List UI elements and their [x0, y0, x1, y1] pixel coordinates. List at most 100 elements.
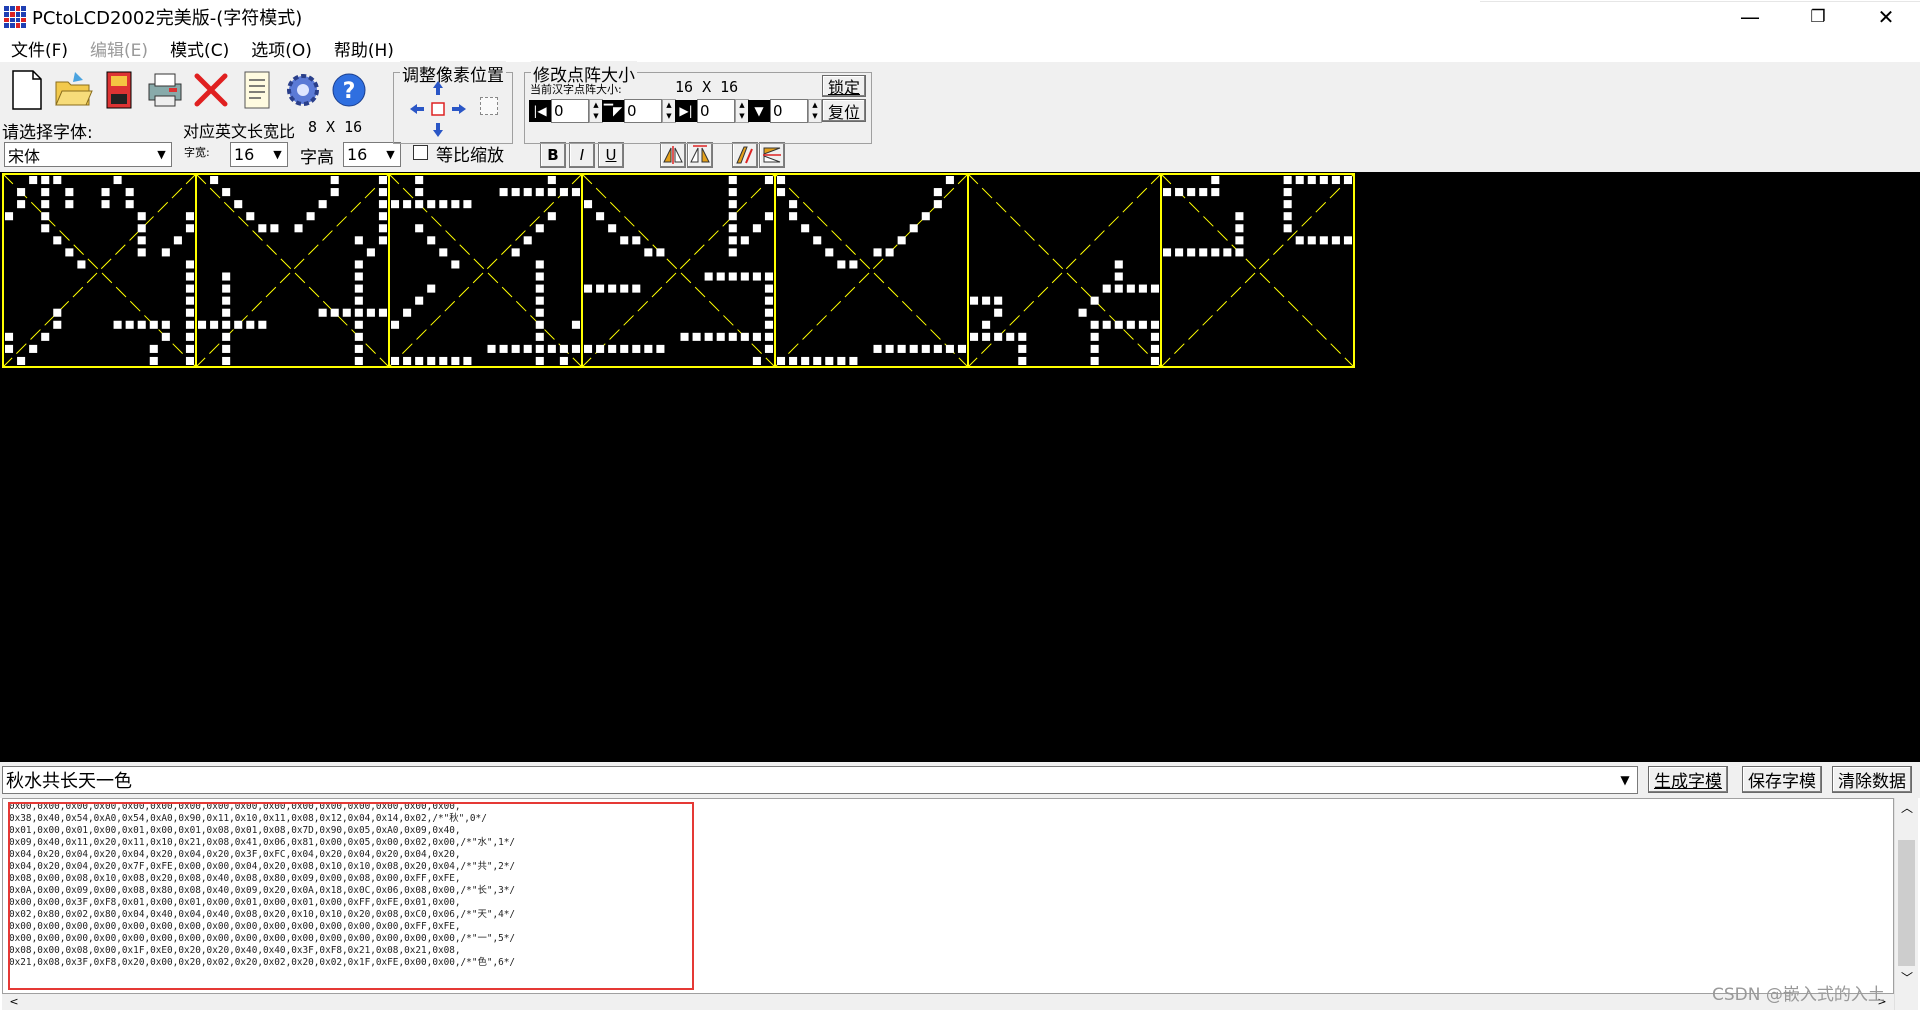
- bottom-spin[interactable]: ▼ 0 ▲ ▼: [748, 98, 822, 123]
- glyph-dot: [596, 284, 605, 293]
- scroll-up-icon[interactable]: ︿: [1895, 798, 1919, 818]
- open-folder-icon[interactable]: [50, 64, 96, 116]
- glyph-dot: [535, 224, 544, 233]
- center-icon[interactable]: [480, 97, 498, 115]
- chevron-down-icon[interactable]: ▼: [267, 143, 287, 166]
- glyph-dot: [137, 320, 146, 329]
- menu-options[interactable]: 选项(O): [240, 36, 323, 61]
- glyph-dot: [378, 188, 387, 197]
- glyph-dot: [137, 248, 146, 257]
- glyph-dot: [1138, 284, 1147, 293]
- glyph-dot: [535, 260, 544, 269]
- move-arrows-icon[interactable]: [408, 79, 468, 139]
- close-button[interactable]: ✕: [1852, 0, 1920, 34]
- menu-edit[interactable]: 编辑(E): [79, 36, 159, 61]
- new-file-icon[interactable]: [4, 64, 50, 116]
- glyph-cell[interactable]: [774, 173, 969, 368]
- right-spin[interactable]: ▶| 0 ▲ ▼: [675, 98, 749, 123]
- scroll-thumb[interactable]: [1898, 840, 1915, 966]
- print-icon[interactable]: [142, 64, 188, 116]
- spin-arrows-icon[interactable]: ▲ ▼: [662, 98, 676, 123]
- glyph-dot: [330, 188, 339, 197]
- glyph-dot: [65, 188, 74, 197]
- settings-gear-icon[interactable]: [280, 64, 326, 116]
- glyph-dot: [813, 356, 822, 365]
- glyph-dot: [161, 320, 170, 329]
- lock-button[interactable]: 锁定: [822, 75, 866, 97]
- matrix-size-group: 修改点阵大小 当前汉字点阵大小: 16 X 16 锁定 复位 |◀ 0 ▲ ▼ ▔…: [524, 61, 872, 144]
- ratio-label: 对应英文长宽比: [183, 122, 296, 141]
- glyph-dot: [185, 356, 194, 365]
- text-input-value[interactable]: 秋水共长天一色: [3, 767, 1613, 793]
- glyph-dot: [982, 332, 991, 341]
- glyph-dot: [185, 296, 194, 305]
- glyph-dot: [222, 284, 231, 293]
- generate-button[interactable]: 生成字模: [1648, 766, 1728, 793]
- restore-button[interactable]: ❐: [1784, 0, 1852, 34]
- glyph-dot: [764, 308, 773, 317]
- proportional-checkbox[interactable]: [413, 145, 428, 160]
- vertical-scrollbar[interactable]: ︿ ﹀: [1894, 798, 1918, 1010]
- glyph-cell[interactable]: [195, 173, 390, 368]
- glyph-dot: [1283, 212, 1292, 221]
- text-input[interactable]: 秋水共长天一色 ▼: [2, 766, 1638, 794]
- italic-button[interactable]: I: [569, 142, 595, 168]
- glyph-dot: [945, 344, 954, 353]
- help-icon[interactable]: ?: [326, 64, 372, 116]
- glyph-dot: [403, 200, 412, 209]
- spin-arrows-icon[interactable]: ▲ ▼: [735, 98, 749, 123]
- glyph-cell[interactable]: [581, 173, 776, 368]
- svg-text:?: ?: [343, 79, 356, 104]
- menu-help[interactable]: 帮助(H): [323, 36, 405, 61]
- glyph-cell[interactable]: [967, 173, 1162, 368]
- mirror-icon[interactable]: [687, 142, 713, 168]
- glyph-dot: [378, 224, 387, 233]
- menu-file[interactable]: 文件(F): [0, 36, 79, 61]
- reset-button[interactable]: 复位: [822, 99, 866, 122]
- glyph-cell[interactable]: [388, 173, 583, 368]
- glyph-dot: [970, 296, 979, 305]
- glyph-dot: [378, 212, 387, 221]
- bold-button[interactable]: B: [540, 142, 566, 168]
- glyph-dot: [1283, 188, 1292, 197]
- glyph-dot: [451, 356, 460, 365]
- glyph-dot: [415, 296, 424, 305]
- minimize-button[interactable]: —: [1716, 0, 1784, 34]
- spin-arrows-icon[interactable]: ▲ ▼: [808, 98, 822, 123]
- rotate-icon[interactable]: [732, 142, 758, 168]
- delete-x-icon[interactable]: [188, 64, 234, 116]
- scroll-down-icon[interactable]: ﹀: [1895, 968, 1919, 988]
- spin-arrows-icon[interactable]: ▲ ▼: [589, 98, 603, 123]
- left-spin[interactable]: |◀ 0 ▲ ▼: [529, 98, 603, 123]
- clear-data-button[interactable]: 清除数据: [1832, 766, 1912, 793]
- save-disk-icon[interactable]: [96, 64, 142, 116]
- window-title: PCtoLCD2002完美版-(字符模式): [32, 8, 303, 29]
- horizontal-scrollbar[interactable]: < >: [2, 994, 1894, 1010]
- scroll-left-icon[interactable]: <: [6, 994, 22, 1010]
- underline-button[interactable]: U: [598, 142, 624, 168]
- width-select[interactable]: 16 ▼: [230, 142, 288, 167]
- height-select[interactable]: 16 ▼: [343, 142, 401, 167]
- preview-canvas[interactable]: [0, 172, 1920, 762]
- glyph-dot: [1114, 260, 1123, 269]
- chevron-down-icon[interactable]: ▼: [151, 143, 171, 166]
- menu-mode[interactable]: 模式(C): [159, 36, 240, 61]
- chevron-down-icon[interactable]: ▼: [1613, 767, 1637, 793]
- glyph-dot: [740, 332, 749, 341]
- glyph-dot: [789, 212, 798, 221]
- flip-vertical-icon[interactable]: [759, 142, 785, 168]
- glyph-dot: [1175, 188, 1184, 197]
- arrow-left-icon: |◀: [529, 99, 551, 122]
- glyph-preview[interactable]: [0, 172, 1920, 762]
- glyph-dot: [463, 356, 472, 365]
- top-spin[interactable]: ▔◤ 0 ▲ ▼: [602, 98, 676, 123]
- glyph-cell[interactable]: [1160, 173, 1355, 368]
- notepad-icon[interactable]: [234, 64, 280, 116]
- font-select[interactable]: 宋体 ▼: [4, 142, 172, 167]
- flip-horizontal-icon[interactable]: [660, 142, 686, 168]
- save-font-button[interactable]: 保存字模: [1742, 766, 1822, 793]
- glyph-dot: [752, 356, 761, 365]
- chevron-down-icon[interactable]: ▼: [380, 143, 400, 166]
- glyph-cell[interactable]: [2, 173, 197, 368]
- glyph-dot: [185, 272, 194, 281]
